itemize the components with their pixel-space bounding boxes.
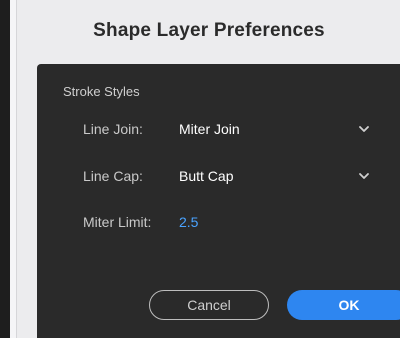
dialog-title: Shape Layer Preferences [93,20,325,41]
line-join-value: Miter Join [179,121,240,137]
stroke-styles-label: Stroke Styles [63,84,140,99]
chevron-down-icon [359,126,369,132]
background-window [0,0,10,338]
cancel-button[interactable]: Cancel [149,290,269,320]
ok-button[interactable]: OK [287,290,400,320]
miter-limit-label: Miter Limit: [83,214,152,230]
preferences-panel: Stroke Styles Line Join: Miter Join Line… [37,64,400,338]
line-cap-label: Line Cap: [83,168,143,184]
line-join-label: Line Join: [83,121,143,137]
line-cap-value: Butt Cap [179,168,234,184]
line-cap-select[interactable]: Butt Cap [169,160,381,192]
shape-layer-preferences-dialog: Shape Layer Preferences Stroke Styles Li… [16,0,400,338]
miter-limit-input[interactable]: 2.5 [179,214,198,230]
chevron-down-icon [359,173,369,179]
line-join-select[interactable]: Miter Join [169,113,381,145]
